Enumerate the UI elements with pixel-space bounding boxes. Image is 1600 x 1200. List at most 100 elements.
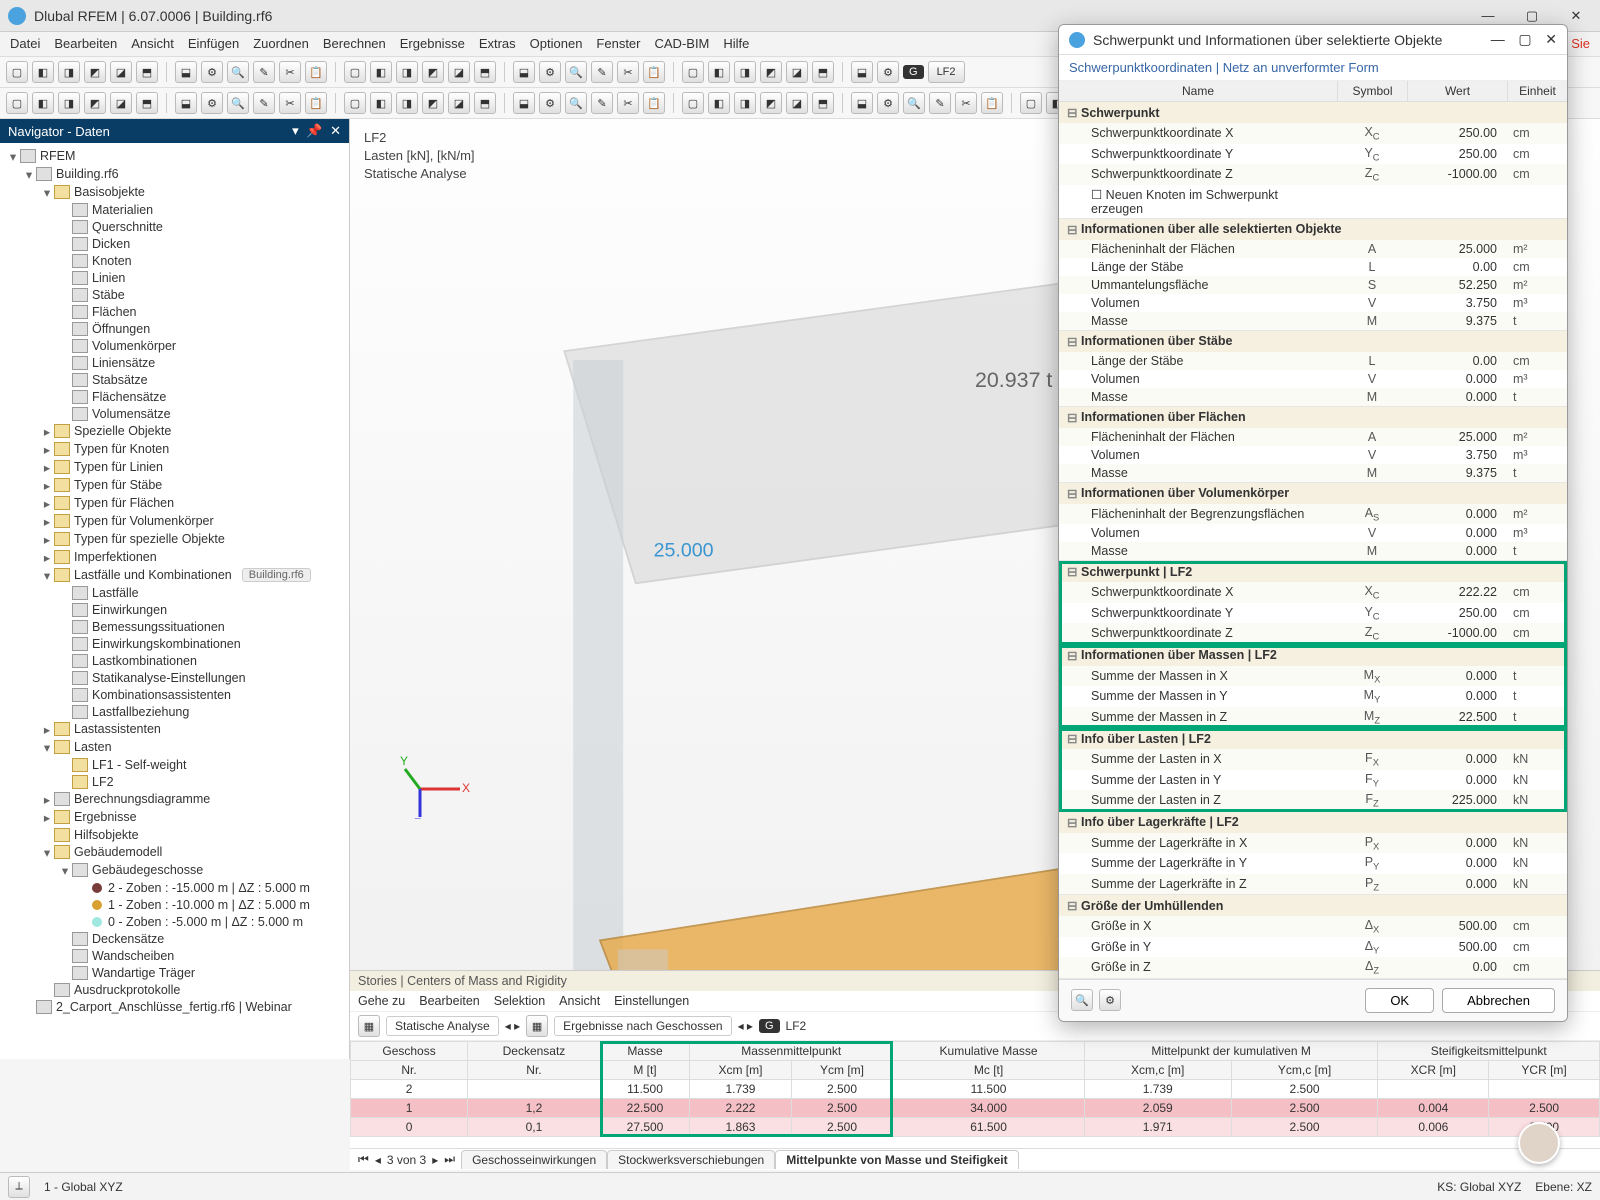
group-header[interactable]: ⊟Informationen über alle selektierten Ob…	[1059, 219, 1567, 240]
analysis-select[interactable]: Statische Analyse	[386, 1016, 499, 1036]
tool-btn-toolbar2-7[interactable]: ⚙	[201, 92, 223, 114]
tree-item[interactable]: Stäbe	[0, 286, 349, 303]
results-select[interactable]: Ergebnisse nach Geschossen	[554, 1016, 731, 1036]
bp-menu-item[interactable]: Ansicht	[559, 994, 600, 1008]
tree-item[interactable]: Öffnungen	[0, 320, 349, 337]
dialog-min-icon[interactable]: —	[1491, 31, 1505, 47]
filter-icon[interactable]: ▦	[358, 1015, 380, 1037]
tool-btn-toolbar1-10[interactable]: ✂	[279, 61, 301, 83]
tool-btn-toolbar2-32[interactable]: 🔍	[903, 92, 925, 114]
tool-btn-toolbar2-18[interactable]: ⬓	[513, 92, 535, 114]
bp-menu-item[interactable]: Bearbeiten	[419, 994, 479, 1008]
tool-btn-toolbar2-5[interactable]: ⬒	[136, 92, 158, 114]
tool-btn-toolbar1-9[interactable]: ✎	[253, 61, 275, 83]
tree-item[interactable]: 2 - Zoben : -15.000 m | ΔZ : 5.000 m	[0, 879, 349, 896]
coord-system-label[interactable]: 1 - Global XYZ	[44, 1180, 123, 1194]
tool-btn-toolbar1-3[interactable]: ◩	[84, 61, 106, 83]
tool-btn-toolbar1-1[interactable]: ◧	[32, 61, 54, 83]
tool-btn-toolbar2-27[interactable]: ◩	[760, 92, 782, 114]
menu-extras[interactable]: Extras	[479, 36, 516, 52]
tool-btn-toolbar2-25[interactable]: ◧	[708, 92, 730, 114]
tool-btn-toolbar1-14[interactable]: ◨	[396, 61, 418, 83]
tool-btn-toolbar1-12[interactable]: ▢	[344, 61, 366, 83]
tool-btn-toolbar1-0[interactable]: ▢	[6, 61, 28, 83]
tree-item[interactable]: Kombinationsassistenten	[0, 686, 349, 703]
tree-item[interactable]: ▸Ergebnisse	[0, 808, 349, 826]
tree-item[interactable]: ▾Lasten	[0, 738, 349, 756]
nav-collapse-icon[interactable]: ▾	[292, 123, 299, 138]
menu-einfügen[interactable]: Einfügen	[188, 36, 239, 52]
loadcase-select[interactable]: LF2	[928, 61, 965, 83]
tree-item[interactable]: Volumensätze	[0, 405, 349, 422]
menu-cad-bim[interactable]: CAD-BIM	[655, 36, 710, 52]
bp-menu-item[interactable]: Selektion	[494, 994, 545, 1008]
pager-last-icon[interactable]: ⏭	[444, 1152, 455, 1167]
pager-first-icon[interactable]: ⏮	[358, 1152, 369, 1167]
tool-btn-toolbar1-18[interactable]: ⬓	[513, 61, 535, 83]
axis-icon[interactable]: ⟂	[8, 1176, 30, 1198]
menu-zuordnen[interactable]: Zuordnen	[253, 36, 309, 52]
tool-btn-toolbar1-16[interactable]: ◪	[448, 61, 470, 83]
tool-btn-toolbar1-5[interactable]: ⬒	[136, 61, 158, 83]
tree-item[interactable]: ▸Spezielle Objekte	[0, 422, 349, 440]
minimize-button[interactable]: —	[1472, 8, 1504, 24]
tree-item[interactable]: Liniensätze	[0, 354, 349, 371]
menu-berechnen[interactable]: Berechnen	[323, 36, 386, 52]
tool-btn-toolbar2-19[interactable]: ⚙	[539, 92, 561, 114]
tree-item[interactable]: ▸Typen für Stäbe	[0, 476, 349, 494]
group-header[interactable]: ⊟Schwerpunkt	[1059, 102, 1567, 123]
group-header[interactable]: ⊟Größe der Umhüllenden	[1059, 895, 1567, 916]
tree-item[interactable]: Flächen	[0, 303, 349, 320]
tree-item[interactable]: 0 - Zoben : -5.000 m | ΔZ : 5.000 m	[0, 913, 349, 930]
search-icon[interactable]: 🔍	[1071, 989, 1093, 1011]
storey-icon[interactable]: ▦	[526, 1015, 548, 1037]
tree-item[interactable]: ▸Lastassistenten	[0, 720, 349, 738]
tool-btn-toolbar1-23[interactable]: 📋	[643, 61, 665, 83]
tree-item[interactable]: Ausdruckprotokolle	[0, 981, 349, 998]
tool-btn-toolbar2-8[interactable]: 🔍	[227, 92, 249, 114]
group-header[interactable]: ⊟Informationen über Volumenkörper	[1059, 483, 1567, 504]
tool-btn-toolbar1-13[interactable]: ◧	[370, 61, 392, 83]
tool-btn-toolbar1-8[interactable]: 🔍	[227, 61, 249, 83]
tree-item[interactable]: Deckensätze	[0, 930, 349, 947]
tool-btn-toolbar1-24[interactable]: ▢	[682, 61, 704, 83]
tree-item[interactable]: 1 - Zoben : -10.000 m | ΔZ : 5.000 m	[0, 896, 349, 913]
tree-item[interactable]: 2_Carport_Anschlüsse_fertig.rf6 | Webina…	[0, 998, 349, 1015]
tree-item[interactable]: Stabsätze	[0, 371, 349, 388]
tree-item[interactable]: Wandartige Träger	[0, 964, 349, 981]
tool-btn-toolbar1-7[interactable]: ⚙	[201, 61, 223, 83]
tree-item[interactable]: Materialien	[0, 201, 349, 218]
tool-btn-toolbar2-31[interactable]: ⚙	[877, 92, 899, 114]
tree-item[interactable]: Linien	[0, 269, 349, 286]
tree-item[interactable]: ▸Typen für Knoten	[0, 440, 349, 458]
tool-btn-toolbar2-36[interactable]: ▢	[1020, 92, 1042, 114]
tool-btn-toolbar2-33[interactable]: ✎	[929, 92, 951, 114]
dialog-max-icon[interactable]: ▢	[1518, 31, 1531, 47]
dialog-close-icon[interactable]: ✕	[1545, 31, 1557, 47]
group-header[interactable]: ⊟Informationen über Massen | LF2	[1059, 645, 1567, 666]
tool-btn-toolbar1-27[interactable]: ◩	[760, 61, 782, 83]
tool-btn-toolbar1-28[interactable]: ◪	[786, 61, 808, 83]
tree-item[interactable]: LF2	[0, 773, 349, 790]
tree-item[interactable]: Einwirkungskombinationen	[0, 635, 349, 652]
tree-item[interactable]: Querschnitte	[0, 218, 349, 235]
tool-btn-toolbar1-15[interactable]: ◩	[422, 61, 444, 83]
menu-hilfe[interactable]: Hilfe	[723, 36, 749, 52]
tool-btn-toolbar1-20[interactable]: 🔍	[565, 61, 587, 83]
tool-btn-toolbar2-6[interactable]: ⬓	[175, 92, 197, 114]
tool-btn-toolbar2-10[interactable]: ✂	[279, 92, 301, 114]
tool-btn-toolbar2-23[interactable]: 📋	[643, 92, 665, 114]
avatar-icon[interactable]	[1518, 1122, 1560, 1164]
tool-btn-toolbar2-22[interactable]: ✂	[617, 92, 639, 114]
nav-pin-icon[interactable]: 📌	[306, 123, 322, 138]
tool-btn-toolbar2-3[interactable]: ◩	[84, 92, 106, 114]
tool-btn-toolbar1-19[interactable]: ⚙	[539, 61, 561, 83]
tool-btn-toolbar2-9[interactable]: ✎	[253, 92, 275, 114]
tool-btn-toolbar2-11[interactable]: 📋	[305, 92, 327, 114]
tree-item[interactable]: Statikanalyse-Einstellungen	[0, 669, 349, 686]
menu-bearbeiten[interactable]: Bearbeiten	[54, 36, 117, 52]
menu-datei[interactable]: Datei	[10, 36, 40, 52]
tool-btn-toolbar2-15[interactable]: ◩	[422, 92, 444, 114]
tool-btn-toolbar2-24[interactable]: ▢	[682, 92, 704, 114]
tree-item[interactable]: ▾Basisobjekte	[0, 183, 349, 201]
